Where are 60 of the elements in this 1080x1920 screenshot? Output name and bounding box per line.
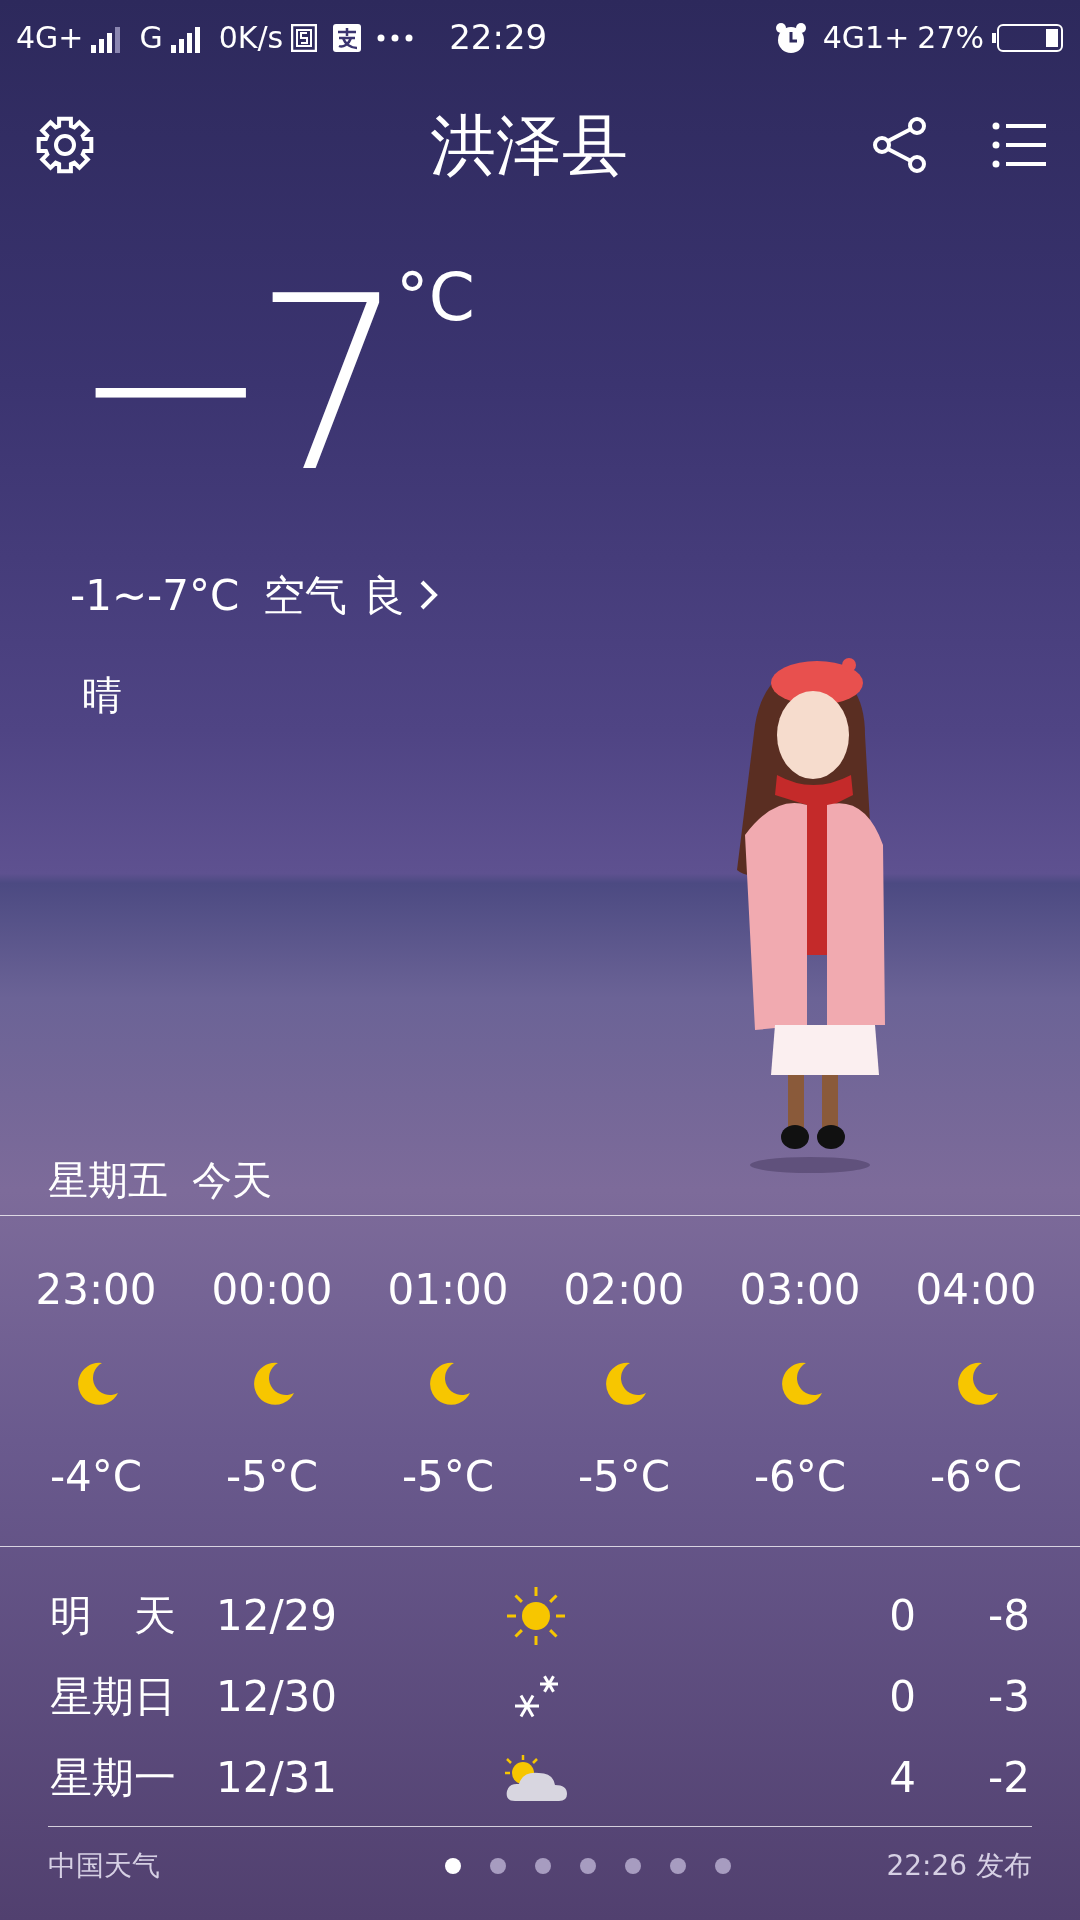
low-temperature: -3: [987, 1671, 1030, 1723]
low-temperature: -2: [987, 1752, 1030, 1804]
hour-time: 00:00: [211, 1264, 333, 1316]
today-label: 今天: [192, 1156, 272, 1205]
page-indicator-dot[interactable]: [490, 1858, 507, 1874]
alarm-icon: [774, 21, 807, 54]
city-title: 洪泽县: [429, 105, 629, 186]
hour-time: 03:00: [739, 1264, 861, 1316]
page-indicator-dot[interactable]: [445, 1858, 462, 1874]
forecast-date: 12/29: [216, 1590, 339, 1642]
network-type: 4G+: [16, 19, 84, 57]
hour-time: 04:00: [915, 1264, 1037, 1316]
forecast-date: 12/31: [216, 1752, 339, 1804]
hour-temperature: -6°C: [929, 1451, 1023, 1503]
temperature-range: -1~-7°C: [70, 569, 240, 622]
temperature-unit: °C: [395, 265, 475, 331]
low-temperature: -8: [987, 1590, 1030, 1642]
forecast-date: 12/30: [216, 1671, 339, 1723]
data-speed: 0K/s: [218, 19, 284, 57]
forecast-day: 星期一: [50, 1746, 216, 1809]
publish-time: 22:26 发布: [886, 1848, 1032, 1884]
hour-time: 01:00: [387, 1264, 509, 1316]
forecast-day: 明 天: [50, 1584, 216, 1647]
hour-temperature: -6°C: [753, 1451, 847, 1503]
menu-icon[interactable]: [992, 122, 1046, 168]
network-type: 4G1+: [822, 19, 910, 57]
hour-temperature: -5°C: [225, 1451, 319, 1503]
high-temperature: 0: [888, 1590, 916, 1642]
temperature-value: −7: [70, 265, 388, 505]
weekday-label: 星期五: [48, 1156, 168, 1205]
sun-icon: [506, 1585, 566, 1646]
hour-temperature: -5°C: [401, 1451, 495, 1503]
page-indicator-dot[interactable]: [625, 1858, 642, 1874]
high-temperature: 0: [888, 1671, 916, 1723]
page-indicator-dot[interactable]: [580, 1858, 597, 1874]
hour-time: 23:00: [35, 1264, 157, 1316]
air-quality-link[interactable]: 空气 良: [263, 563, 440, 627]
share-icon[interactable]: [872, 116, 928, 174]
air-quality-label: 空气: [263, 569, 348, 622]
forecast-day: 星期日: [50, 1665, 216, 1728]
snowflake-icon: [513, 1673, 559, 1720]
battery-icon: [992, 23, 1064, 52]
app-notification-icon: [333, 23, 362, 52]
hour-time: 02:00: [563, 1264, 685, 1316]
more-icon: [377, 33, 414, 42]
chevron-right-icon: [419, 579, 440, 611]
hour-temperature: -4°C: [49, 1451, 143, 1503]
page-indicator-dot[interactable]: [670, 1858, 687, 1874]
notification-icon: [291, 23, 318, 52]
air-quality-value: 良: [363, 569, 406, 622]
page-indicator-dot[interactable]: [535, 1858, 552, 1874]
page-indicator-dot[interactable]: [715, 1858, 732, 1874]
hour-temperature: -5°C: [577, 1451, 671, 1503]
network-type: G: [139, 19, 163, 57]
source-label: 中国天气: [48, 1848, 160, 1884]
high-temperature: 4: [888, 1752, 916, 1804]
clock: 22:29: [449, 16, 548, 59]
battery-level: 27%: [917, 19, 984, 57]
settings-icon[interactable]: [34, 114, 96, 176]
weather-condition: 晴: [82, 672, 122, 718]
